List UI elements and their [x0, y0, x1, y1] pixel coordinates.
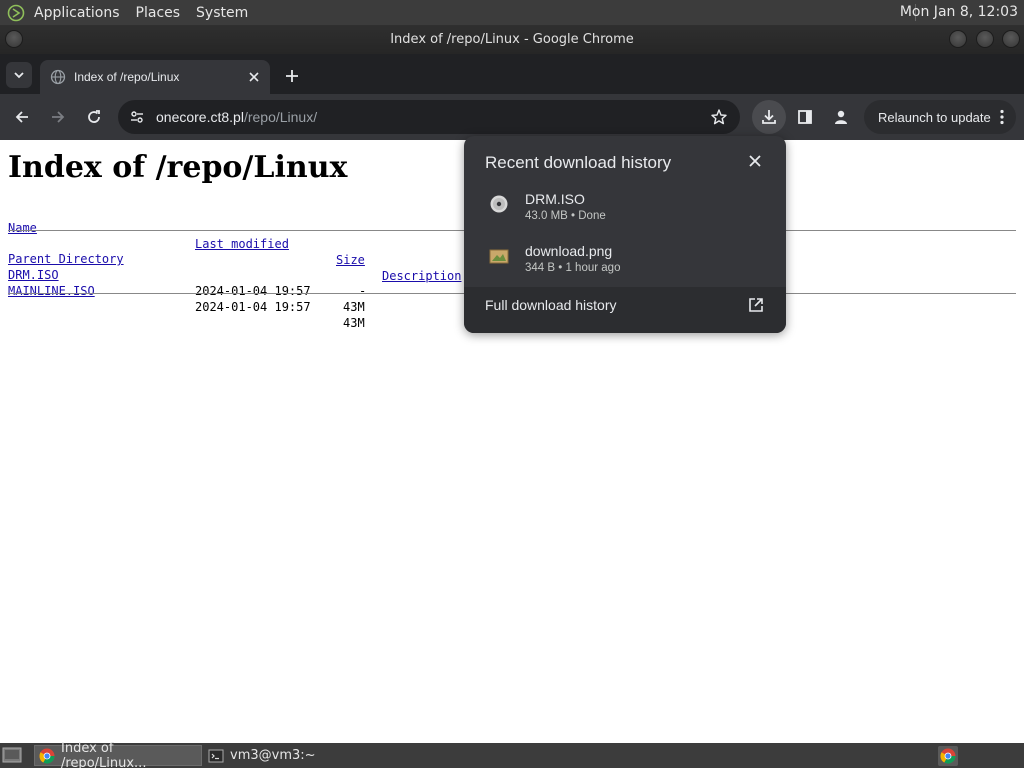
show-desktop-icon[interactable]	[2, 746, 22, 765]
arrow-right-icon	[52, 111, 65, 123]
chevron-down-icon	[14, 72, 24, 79]
profile-icon	[835, 110, 847, 124]
url-path: /repo/Linux/	[243, 109, 318, 125]
taskbar-item-chrome[interactable]: Index of /repo/Linux...	[34, 741, 202, 768]
terminal-icon	[208, 748, 224, 764]
profile-button[interactable]	[829, 105, 853, 129]
row-size: 43M	[343, 316, 365, 330]
forward-button[interactable]	[46, 105, 70, 129]
disc-icon	[489, 194, 509, 214]
taskbar-item-terminal[interactable]: vm3@vm3:~	[204, 745, 370, 766]
column-last-modified-link[interactable]: Last modified	[195, 236, 289, 252]
globe-icon	[50, 69, 66, 85]
download-icon	[762, 110, 776, 124]
reload-button[interactable]	[82, 105, 106, 129]
relaunch-to-update-button[interactable]: Relaunch to update	[864, 100, 1016, 134]
clock[interactable]: Mon Jan 8, 12:03	[900, 4, 1018, 20]
download-item-name: download.png	[525, 243, 613, 259]
file-link-mainline-iso[interactable]: MAINLINE.ISO	[8, 283, 95, 299]
download-popup-title: Recent download history	[485, 153, 672, 172]
taskbar-item-label: vm3@vm3:~	[230, 748, 316, 763]
reload-icon	[88, 110, 100, 123]
tray-chrome-icon[interactable]	[938, 746, 958, 766]
side-panel-icon	[798, 110, 812, 124]
menu-system[interactable]: System	[196, 5, 248, 21]
taskbar-item-label: Index of /repo/Linux...	[61, 740, 147, 768]
window-menu-icon[interactable]	[5, 30, 23, 48]
back-button[interactable]	[10, 105, 34, 129]
row-size: 43M	[343, 300, 365, 314]
close-window-button[interactable]	[1002, 30, 1020, 48]
maximize-button[interactable]	[976, 30, 994, 48]
full-download-history-row[interactable]: Full download history	[464, 287, 786, 333]
download-item[interactable]: DRM.ISO 43.0 MB • Done	[464, 182, 786, 234]
minimize-button[interactable]	[949, 30, 967, 48]
more-menu-icon[interactable]	[1000, 109, 1004, 128]
row-size: -	[359, 284, 367, 298]
close-icon[interactable]	[746, 152, 764, 170]
arrow-left-icon	[15, 111, 28, 123]
tab-title: Index of /repo/Linux	[74, 70, 180, 84]
full-download-history-link[interactable]: Full download history	[485, 297, 617, 313]
top-panel: Applications Places System Mon Jan 8, 12…	[0, 0, 1024, 25]
menu-applications[interactable]: Applications	[34, 5, 120, 21]
url-text[interactable]: onecore.ct8.pl/repo/Linux/	[156, 109, 317, 125]
bookmark-star-icon[interactable]	[710, 108, 728, 126]
open-external-icon[interactable]	[748, 297, 764, 313]
column-size-link[interactable]: Size	[336, 252, 365, 268]
window-title: Index of /repo/Linux - Google Chrome	[390, 32, 634, 47]
relaunch-label: Relaunch to update	[878, 109, 991, 125]
downloads-button[interactable]	[752, 100, 786, 134]
browser-toolbar: onecore.ct8.pl/repo/Linux/ Relaunch to u…	[0, 94, 1024, 140]
new-tab-button[interactable]	[282, 66, 302, 86]
menu-places[interactable]: Places	[136, 5, 181, 21]
download-item-meta: 344 B • 1 hour ago	[525, 262, 621, 274]
site-info-icon[interactable]	[128, 108, 146, 126]
image-file-icon	[489, 246, 509, 266]
tab-strip: Index of /repo/Linux	[0, 54, 1024, 94]
bottom-taskbar: Index of /repo/Linux... vm3@vm3:~	[0, 741, 1024, 768]
chrome-icon	[39, 748, 55, 764]
tab-close-icon[interactable]	[246, 69, 262, 85]
tab-active[interactable]: Index of /repo/Linux	[40, 60, 270, 94]
download-history-popup: Recent download history DRM.ISO 43.0 MB …	[464, 136, 786, 333]
row-last-modified: 2024-01-04 19:57	[195, 300, 311, 314]
download-item-meta: 43.0 MB • Done	[525, 210, 606, 222]
download-item[interactable]: download.png 344 B • 1 hour ago	[464, 234, 786, 286]
url-host: onecore.ct8.pl	[156, 109, 244, 125]
download-item-name: DRM.ISO	[525, 191, 585, 207]
window-titlebar[interactable]: Index of /repo/Linux - Google Chrome	[0, 25, 1024, 54]
address-bar[interactable]: onecore.ct8.pl/repo/Linux/	[118, 100, 740, 134]
table-row: MAINLINE.ISO 2024-01-04 19:57 43M	[8, 267, 365, 347]
column-name-link[interactable]: Name	[8, 220, 37, 236]
page-title: Index of /repo/Linux	[8, 150, 348, 185]
mate-logo-icon[interactable]	[6, 3, 26, 23]
plus-icon	[286, 70, 298, 82]
tab-search-button[interactable]	[6, 62, 32, 88]
row-last-modified: 2024-01-04 19:57	[195, 284, 311, 298]
column-description-link[interactable]: Description	[382, 268, 461, 284]
side-panel-button[interactable]	[793, 105, 817, 129]
